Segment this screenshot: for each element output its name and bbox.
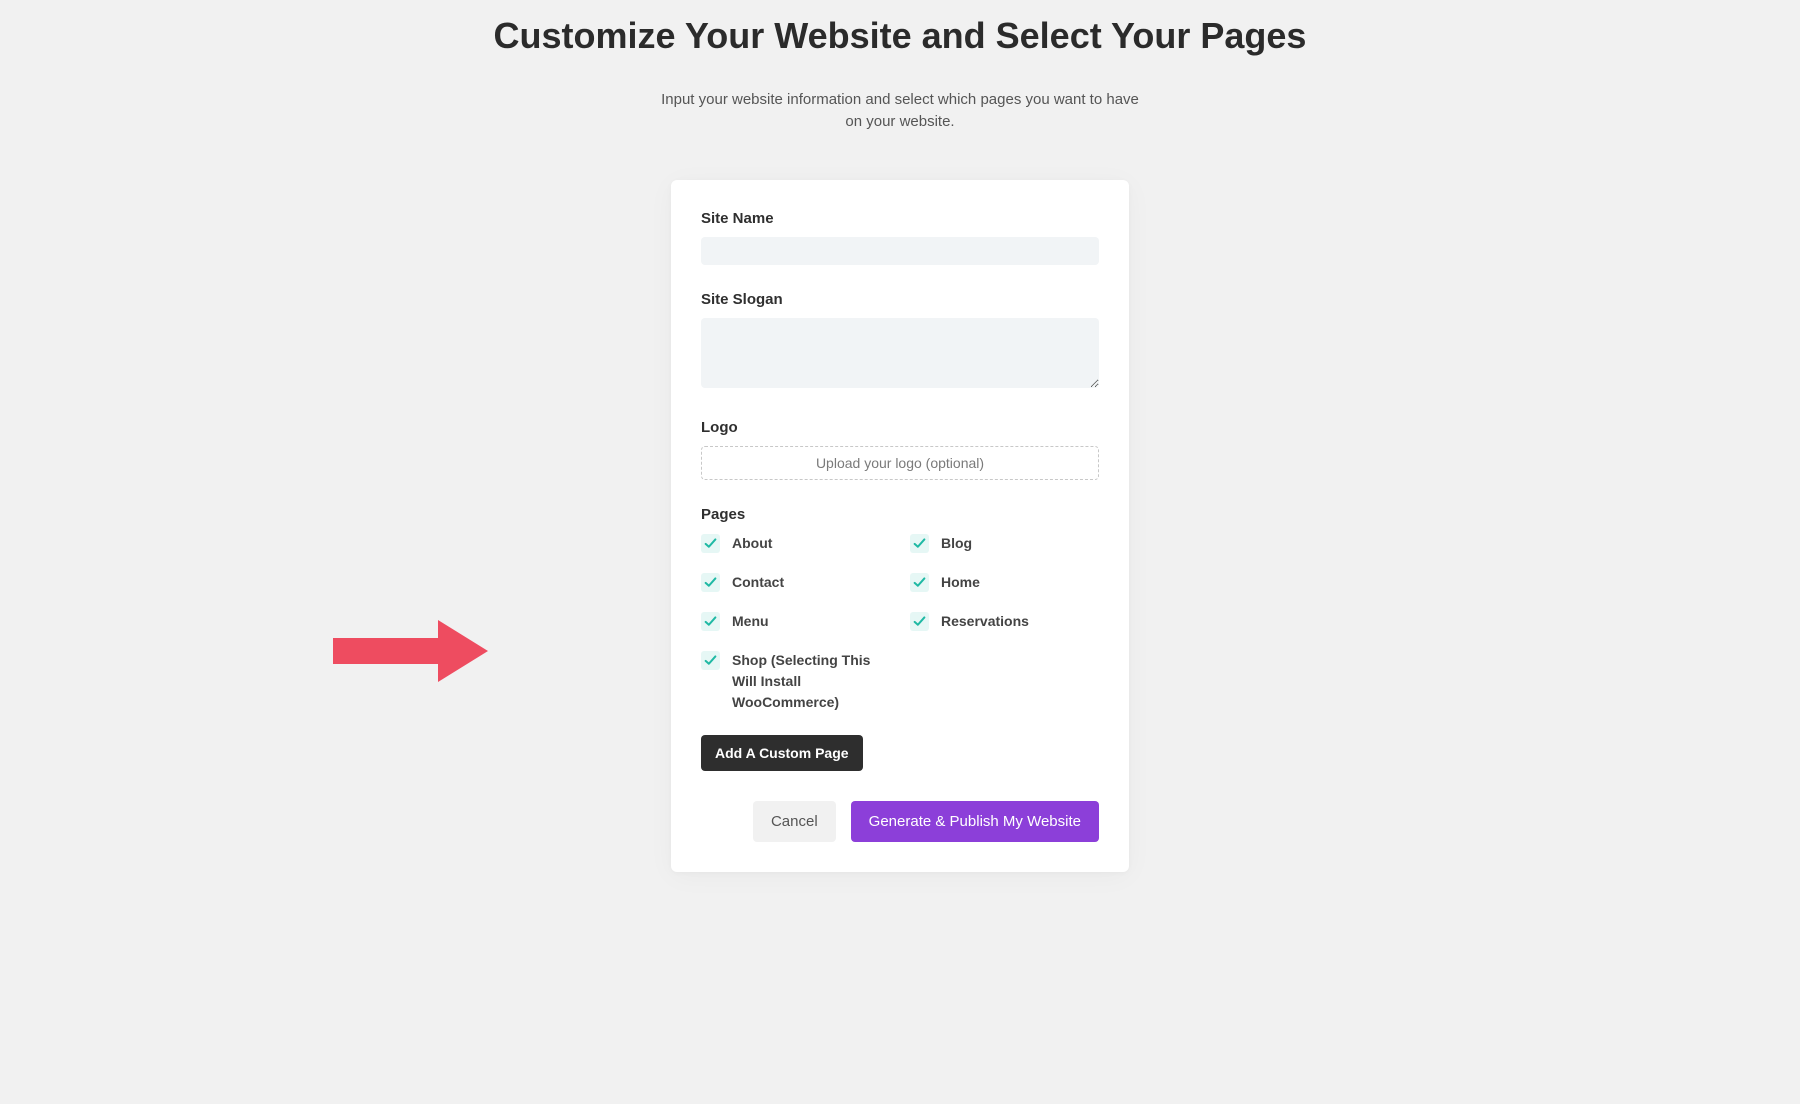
check-icon (704, 654, 717, 667)
page-item-contact: Contact (701, 572, 890, 593)
page-label-blog: Blog (941, 533, 972, 554)
site-slogan-input[interactable] (701, 318, 1099, 388)
checkbox-home[interactable] (910, 573, 929, 592)
page-label-shop: Shop (Selecting This Will Install WooCom… (732, 650, 890, 713)
site-slogan-group: Site Slogan (701, 291, 1099, 393)
page-item-shop: Shop (Selecting This Will Install WooCom… (701, 650, 890, 713)
cancel-button[interactable]: Cancel (753, 801, 836, 842)
check-icon (704, 537, 717, 550)
page-label-menu: Menu (732, 611, 769, 632)
page-item-menu: Menu (701, 611, 890, 632)
checkbox-reservations[interactable] (910, 612, 929, 631)
logo-group: Logo Upload your logo (optional) (701, 419, 1099, 480)
page-item-blog: Blog (910, 533, 1099, 554)
generate-publish-button[interactable]: Generate & Publish My Website (851, 801, 1099, 842)
logo-upload-dropzone[interactable]: Upload your logo (optional) (701, 446, 1099, 480)
pages-section: Pages About Blog (701, 506, 1099, 771)
footer-actions: Cancel Generate & Publish My Website (701, 801, 1099, 842)
check-icon (913, 537, 926, 550)
site-name-label: Site Name (701, 210, 1099, 227)
page-item-about: About (701, 533, 890, 554)
check-icon (913, 576, 926, 589)
page-label-reservations: Reservations (941, 611, 1029, 632)
checkbox-contact[interactable] (701, 573, 720, 592)
site-slogan-label: Site Slogan (701, 291, 1099, 308)
page-subtitle: Input your website information and selec… (660, 89, 1140, 134)
page-title: Customize Your Website and Select Your P… (440, 12, 1360, 61)
checkbox-about[interactable] (701, 534, 720, 553)
page-label-home: Home (941, 572, 980, 593)
checkbox-menu[interactable] (701, 612, 720, 631)
customize-card: Site Name Site Slogan Logo Upload your l… (671, 180, 1129, 872)
check-icon (704, 615, 717, 628)
pages-label: Pages (701, 506, 1099, 523)
logo-label: Logo (701, 419, 1099, 436)
check-icon (704, 576, 717, 589)
checkbox-blog[interactable] (910, 534, 929, 553)
page-item-home: Home (910, 572, 1099, 593)
site-name-group: Site Name (701, 210, 1099, 265)
page-item-reservations: Reservations (910, 611, 1099, 632)
pages-grid: About Blog Contact (701, 533, 1099, 713)
add-custom-page-button[interactable]: Add A Custom Page (701, 735, 863, 771)
checkbox-shop[interactable] (701, 651, 720, 670)
site-name-input[interactable] (701, 237, 1099, 265)
page-label-about: About (732, 533, 772, 554)
page-label-contact: Contact (732, 572, 784, 593)
check-icon (913, 615, 926, 628)
